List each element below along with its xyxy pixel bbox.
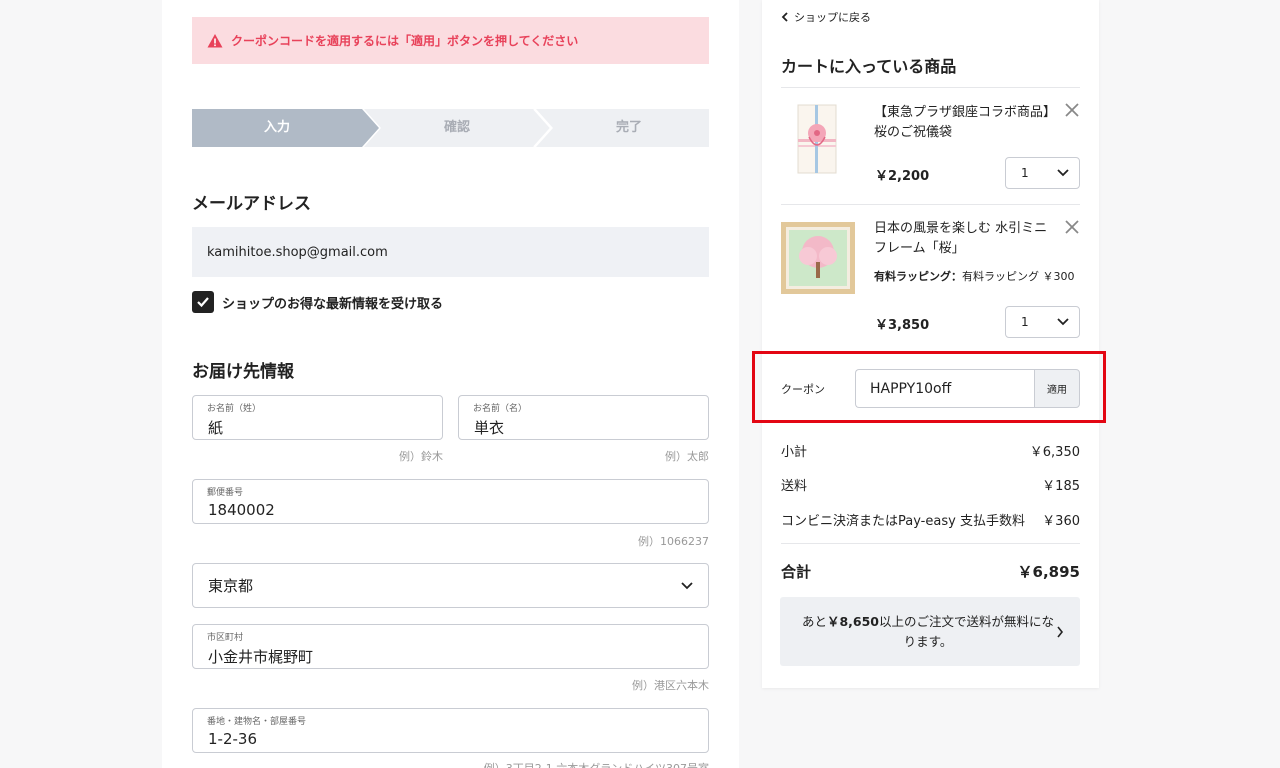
subtotal-row: 小計 ￥6,350: [781, 441, 1080, 460]
first-name-field[interactable]: お名前（名） 単衣: [458, 395, 709, 440]
checkout-form-panel: クーポンコードを適用するには「適用」ボタンを押してください 入力 確認 完了 メ…: [162, 0, 739, 768]
address-field[interactable]: 番地・建物名・部屋番号 1-2-36: [192, 708, 709, 753]
total-label: 合計: [781, 563, 812, 581]
item-2-quantity-select[interactable]: 1: [1005, 306, 1080, 338]
item-1-name: 【東急プラザ銀座コラボ商品】桜のご祝儀袋: [874, 105, 1057, 140]
chevron-left-icon: [781, 12, 788, 22]
email-section-title: メールアドレス: [192, 194, 311, 214]
free-shipping-prefix: あと: [801, 613, 827, 629]
chevron-down-icon: [1057, 169, 1069, 177]
subtotal-value: ￥6,350: [1029, 445, 1080, 460]
email-value: kamihitoe.shop@gmail.com: [207, 244, 388, 260]
cart-title: カートに入っている商品: [781, 57, 957, 76]
step-input: 入力: [263, 120, 290, 135]
payment-fee-row: コンビニ決済またはPay-easy 支払手数料 ￥360: [781, 510, 1080, 529]
check-icon: [197, 297, 209, 308]
city-hint: 例）港区六本木: [632, 679, 709, 692]
checkout-steps: 入力 確認 完了: [192, 109, 709, 147]
city-value: 小金井市梶野町: [208, 648, 314, 666]
email-field[interactable]: kamihitoe.shop@gmail.com: [192, 227, 709, 277]
item-2-option-value: 有料ラッピング ￥300: [962, 270, 1075, 283]
item-1-quantity-select[interactable]: 1: [1005, 157, 1080, 189]
close-icon[interactable]: [1062, 100, 1082, 120]
postal-code-value: 1840002: [208, 501, 275, 519]
item-2-name: 日本の風景を楽しむ 水引ミニフレーム「桜」: [874, 221, 1048, 256]
payment-fee-value: ￥360: [1042, 514, 1080, 529]
cart-panel: ショップに戻る カートに入っている商品 【東急プラザ銀座コラボ商品】桜のご祝儀袋…: [752, 0, 1106, 688]
postal-code-label: 郵便番号: [207, 488, 244, 498]
shipping-row: 送料 ￥185: [781, 475, 1080, 494]
first-name-value: 単衣: [474, 419, 505, 437]
free-shipping-text: あと￥8,650以上のご注文で送料が無料になります。: [800, 612, 1056, 652]
back-to-shop-link[interactable]: ショップに戻る: [781, 9, 871, 25]
item-1-qty: 1: [1021, 166, 1029, 180]
subtotal-label: 小計: [781, 445, 808, 460]
postal-code-field[interactable]: 郵便番号 1840002: [192, 479, 709, 524]
shipping-section-title: お届け先情報: [192, 362, 294, 382]
prefecture-select[interactable]: 東京都: [192, 563, 709, 608]
coupon-label: クーポン: [781, 383, 825, 396]
item-2-qty: 1: [1021, 315, 1029, 329]
free-shipping-amount: ￥8,650: [826, 613, 880, 629]
chevron-down-icon: [681, 581, 693, 589]
prefecture-value: 東京都: [208, 577, 254, 595]
free-shipping-suffix: 以上のご注文で送料が無料になります。: [879, 613, 1055, 649]
coupon-input[interactable]: HAPPY10off: [855, 369, 1035, 408]
city-field[interactable]: 市区町村 小金井市梶野町: [192, 624, 709, 669]
postal-code-hint: 例）1066237: [638, 535, 709, 548]
divider: [781, 543, 1080, 544]
last-name-label: お名前（姓）: [207, 404, 262, 414]
divider: [781, 204, 1080, 205]
close-icon[interactable]: [1062, 217, 1082, 237]
item-1-price: ￥2,200: [875, 169, 930, 184]
step-complete: 完了: [615, 120, 642, 135]
coupon-alert: クーポンコードを適用するには「適用」ボタンを押してください: [192, 17, 709, 64]
newsletter-label: ショップのお得な最新情報を受け取る: [222, 296, 444, 312]
apply-coupon-button[interactable]: 適用: [1034, 369, 1080, 408]
last-name-field[interactable]: お名前（姓） 紙: [192, 395, 443, 440]
total-value: ￥6,895: [1017, 563, 1080, 581]
coupon-value: HAPPY10off: [870, 380, 952, 397]
address-value: 1-2-36: [208, 730, 257, 748]
first-name-hint: 例）太郎: [665, 450, 709, 463]
alert-message: クーポンコードを適用するには「適用」ボタンを押してください: [231, 34, 579, 48]
city-label: 市区町村: [207, 633, 244, 643]
item-2-price: ￥3,850: [875, 318, 930, 333]
newsletter-option: ショップのお得な最新情報を受け取る: [192, 291, 443, 313]
warning-icon: [207, 33, 223, 47]
address-label: 番地・建物名・部屋番号: [207, 717, 307, 727]
back-link-label: ショップに戻る: [794, 11, 871, 24]
step-confirm: 確認: [443, 120, 470, 135]
item-2-option-label: 有料ラッピング：: [874, 270, 962, 283]
divider: [781, 87, 1080, 88]
chevron-down-icon: [1057, 318, 1069, 326]
shipping-label: 送料: [781, 479, 808, 494]
free-shipping-banner[interactable]: あと￥8,650以上のご注文で送料が無料になります。: [780, 597, 1080, 666]
total-row: 合計 ￥6,895: [781, 561, 1080, 582]
item-2-option: 有料ラッピング：有料ラッピング ￥300: [874, 268, 1075, 284]
last-name-value: 紙: [208, 419, 224, 437]
envelope-image[interactable]: [795, 103, 839, 175]
last-name-hint: 例）鈴木: [399, 450, 443, 463]
address-hint: 例）3丁目2-1 六本木グランドハイツ307号室: [192, 760, 709, 768]
chevron-right-icon: [1057, 626, 1064, 637]
frame-image[interactable]: [781, 222, 855, 294]
newsletter-checkbox[interactable]: [192, 291, 214, 313]
payment-fee-label: コンビニ決済またはPay-easy 支払手数料: [781, 514, 1025, 529]
first-name-label: お名前（名）: [473, 404, 528, 414]
shipping-value: ￥185: [1042, 479, 1080, 494]
